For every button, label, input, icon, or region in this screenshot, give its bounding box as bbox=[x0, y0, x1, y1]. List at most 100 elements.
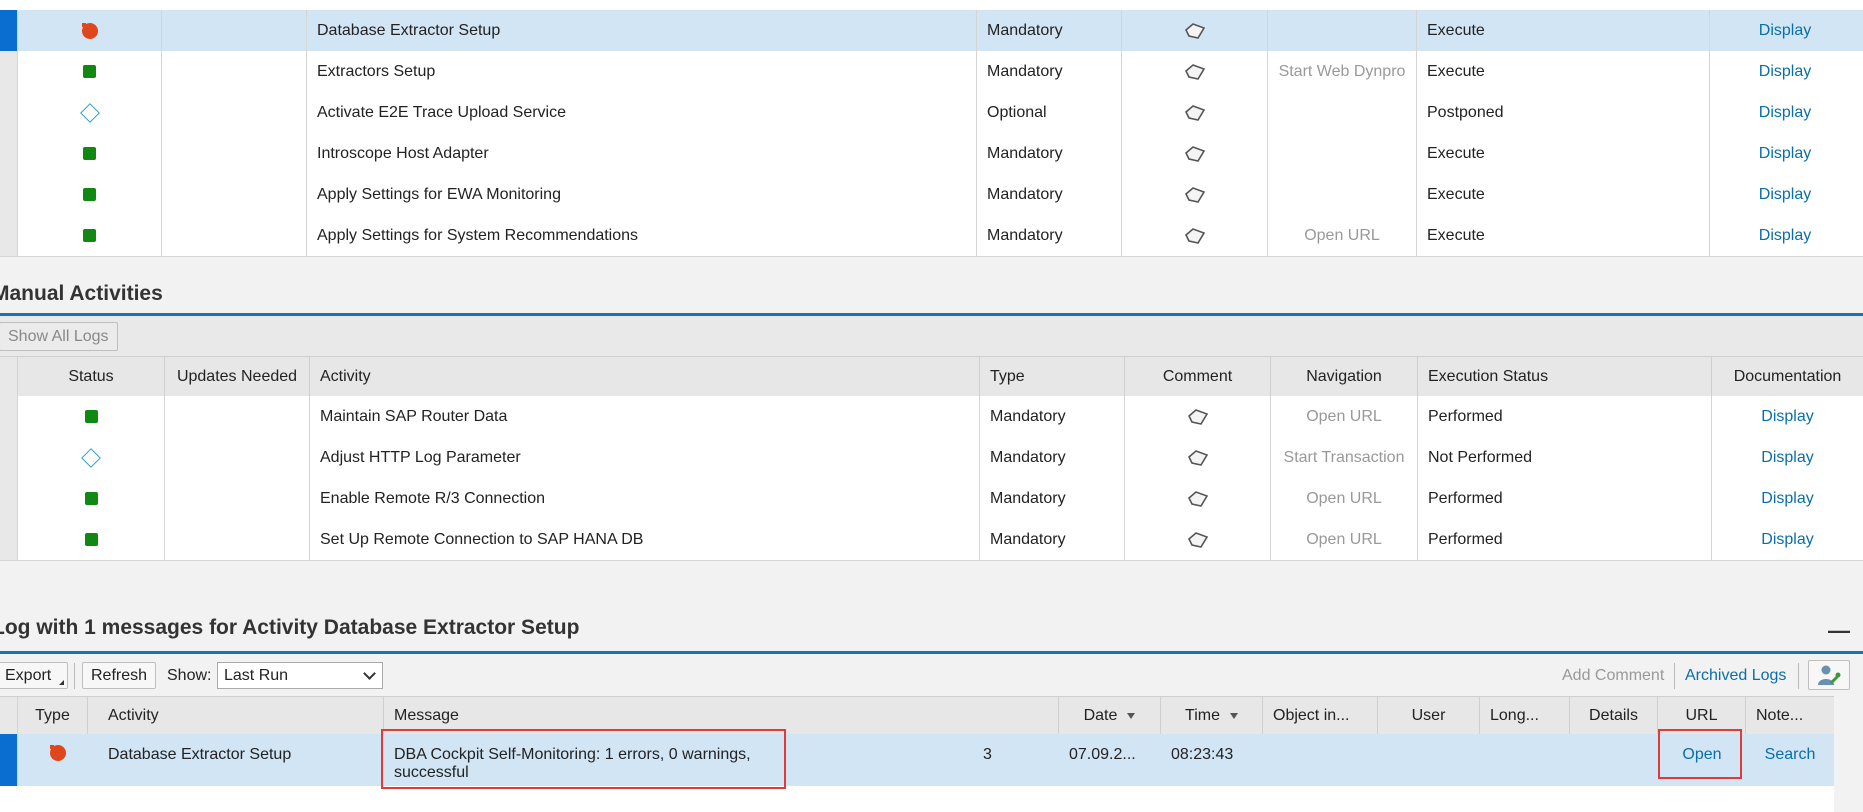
col-status[interactable]: Status bbox=[18, 357, 165, 396]
status-ok-icon bbox=[83, 188, 96, 201]
log-col-type[interactable]: Type bbox=[18, 697, 88, 735]
updates-needed-cell bbox=[165, 478, 310, 519]
archived-logs-link[interactable]: Archived Logs bbox=[1685, 667, 1786, 685]
display-link[interactable]: Display bbox=[1710, 133, 1860, 174]
log-row[interactable]: Database Extractor Setup DBA Cockpit Sel… bbox=[0, 734, 1834, 786]
comment-icon[interactable] bbox=[1184, 145, 1206, 163]
export-button[interactable]: Export bbox=[0, 662, 69, 689]
log-col-note[interactable]: Note... bbox=[1746, 697, 1834, 735]
display-link[interactable]: Display bbox=[1710, 10, 1860, 51]
comment-icon[interactable] bbox=[1187, 449, 1209, 467]
col-activity[interactable]: Activity bbox=[310, 357, 980, 396]
row-selector[interactable] bbox=[0, 396, 18, 437]
log-col-object[interactable]: Object in... bbox=[1263, 697, 1378, 735]
log-header-selector[interactable] bbox=[0, 697, 18, 735]
personalize-button[interactable] bbox=[1808, 660, 1850, 690]
comment-icon[interactable] bbox=[1184, 22, 1206, 40]
navigation-cell[interactable]: Open URL bbox=[1271, 396, 1418, 437]
execution-status-cell: Execute bbox=[1417, 215, 1710, 256]
display-link[interactable]: Display bbox=[1710, 92, 1860, 133]
manual-activity-row[interactable]: Enable Remote R/3 Connection Mandatory Ope… bbox=[0, 478, 1863, 520]
display-link[interactable]: Display bbox=[1712, 519, 1863, 560]
display-link[interactable]: Display bbox=[1712, 478, 1863, 519]
automated-activity-row[interactable]: Activate E2E Trace Upload Service Optiona… bbox=[0, 92, 1863, 134]
col-documentation[interactable]: Documentation bbox=[1712, 357, 1863, 396]
row-selector[interactable] bbox=[0, 519, 18, 560]
navigation-cell[interactable]: Open URL bbox=[1271, 478, 1418, 519]
log-col-activity[interactable]: Activity bbox=[98, 697, 384, 735]
log-col-time[interactable]: Time bbox=[1161, 697, 1263, 735]
row-selector[interactable] bbox=[0, 133, 18, 174]
row-selector[interactable] bbox=[0, 174, 18, 215]
comment-icon[interactable] bbox=[1184, 186, 1206, 204]
navigation-cell[interactable] bbox=[1268, 10, 1417, 51]
type-cell: Mandatory bbox=[980, 519, 1125, 560]
navigation-cell[interactable] bbox=[1268, 133, 1417, 174]
comment-icon[interactable] bbox=[1187, 531, 1209, 549]
log-col-long[interactable]: Long... bbox=[1480, 697, 1570, 735]
automated-activity-row[interactable]: Extractors Setup Mandatory Start Web Dynpr… bbox=[0, 51, 1863, 93]
show-all-logs-button[interactable]: Show All Logs bbox=[0, 322, 118, 351]
comment-cell[interactable] bbox=[1125, 478, 1271, 519]
status-cell bbox=[18, 51, 162, 92]
navigation-cell[interactable]: Start Web Dynpro bbox=[1268, 51, 1417, 92]
header-row-selector[interactable] bbox=[0, 357, 18, 396]
navigation-cell[interactable]: Open URL bbox=[1271, 519, 1418, 560]
display-link[interactable]: Display bbox=[1710, 174, 1860, 215]
collapse-icon[interactable]: — bbox=[1828, 618, 1850, 644]
comment-icon[interactable] bbox=[1187, 408, 1209, 426]
log-row-selector[interactable] bbox=[0, 734, 18, 786]
col-type[interactable]: Type bbox=[980, 357, 1125, 396]
automated-activity-row[interactable]: Apply Settings for System Recommendation… bbox=[0, 215, 1863, 257]
comment-cell[interactable] bbox=[1125, 519, 1271, 560]
type-cell: Mandatory bbox=[980, 437, 1125, 478]
col-execution-status[interactable]: Execution Status bbox=[1418, 357, 1712, 396]
comment-icon[interactable] bbox=[1184, 104, 1206, 122]
automated-activity-row[interactable]: Apply Settings for EWA Monitoring Mandato… bbox=[0, 174, 1863, 216]
manual-activity-row[interactable]: Adjust HTTP Log Parameter Mandatory Start … bbox=[0, 437, 1863, 479]
row-selector[interactable] bbox=[0, 478, 18, 519]
row-selector[interactable] bbox=[0, 10, 18, 51]
comment-cell[interactable] bbox=[1122, 133, 1268, 174]
col-navigation[interactable]: Navigation bbox=[1271, 357, 1418, 396]
comment-cell[interactable] bbox=[1122, 51, 1268, 92]
display-link[interactable]: Display bbox=[1710, 215, 1860, 256]
filter-icon[interactable] bbox=[1127, 713, 1136, 719]
filter-icon[interactable] bbox=[1229, 713, 1238, 719]
search-note-link[interactable]: Search bbox=[1746, 734, 1834, 786]
display-link[interactable]: Display bbox=[1710, 51, 1860, 92]
log-col-user[interactable]: User bbox=[1378, 697, 1480, 735]
refresh-button[interactable]: Refresh bbox=[82, 662, 157, 689]
automated-activity-row[interactable]: Introscope Host Adapter Mandatory Execute D… bbox=[0, 133, 1863, 175]
display-link[interactable]: Display bbox=[1712, 396, 1863, 437]
row-selector[interactable] bbox=[0, 437, 18, 478]
show-select[interactable]: Last Run bbox=[217, 662, 383, 689]
comment-cell[interactable] bbox=[1125, 396, 1271, 437]
comment-icon[interactable] bbox=[1184, 227, 1206, 245]
manual-activity-row[interactable]: Maintain SAP Router Data Mandatory Open UR… bbox=[0, 396, 1863, 438]
row-selector[interactable] bbox=[0, 51, 18, 92]
col-comment[interactable]: Comment bbox=[1125, 357, 1271, 396]
activity-cell: Activate E2E Trace Upload Service bbox=[307, 92, 977, 133]
log-col-details[interactable]: Details bbox=[1570, 697, 1658, 735]
navigation-cell[interactable] bbox=[1268, 92, 1417, 133]
add-comment-button[interactable]: Add Comment bbox=[1562, 667, 1664, 685]
comment-cell[interactable] bbox=[1125, 437, 1271, 478]
manual-activity-row[interactable]: Set Up Remote Connection to SAP HANA DB M… bbox=[0, 519, 1863, 561]
row-selector[interactable] bbox=[0, 215, 18, 256]
log-col-date[interactable]: Date bbox=[1059, 697, 1161, 735]
col-updates-needed[interactable]: Updates Needed bbox=[165, 357, 310, 396]
comment-icon[interactable] bbox=[1187, 490, 1209, 508]
navigation-cell[interactable]: Start Transaction bbox=[1271, 437, 1418, 478]
comment-cell[interactable] bbox=[1122, 92, 1268, 133]
navigation-cell[interactable] bbox=[1268, 174, 1417, 215]
comment-cell[interactable] bbox=[1122, 215, 1268, 256]
display-link[interactable]: Display bbox=[1712, 437, 1863, 478]
comment-icon[interactable] bbox=[1184, 63, 1206, 81]
comment-cell[interactable] bbox=[1122, 174, 1268, 215]
row-selector[interactable] bbox=[0, 92, 18, 133]
comment-cell[interactable] bbox=[1122, 10, 1268, 51]
navigation-cell[interactable]: Open URL bbox=[1268, 215, 1417, 256]
activity-cell: Database Extractor Setup bbox=[307, 10, 977, 51]
automated-activity-row[interactable]: Database Extractor Setup Mandatory Execute… bbox=[0, 10, 1863, 52]
